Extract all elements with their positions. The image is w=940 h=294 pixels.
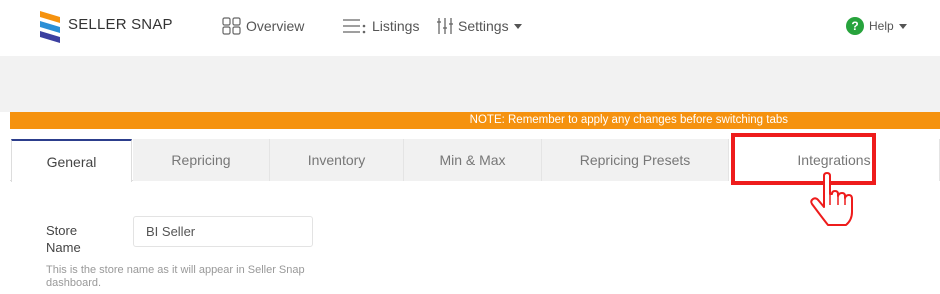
list-icon xyxy=(343,19,366,34)
tab-general[interactable]: General xyxy=(11,139,132,182)
store-name-label: Store Name xyxy=(46,223,81,255)
nav-listings-label: Listings xyxy=(372,18,420,34)
store-name-help-text: This is the store name as it will appear… xyxy=(46,264,305,289)
tab-inventory[interactable]: Inventory xyxy=(270,139,404,181)
chevron-down-icon xyxy=(513,23,522,29)
store-name-input[interactable]: BI Seller xyxy=(133,216,313,247)
nav-help-dropdown[interactable]: ? Help xyxy=(845,14,907,38)
chevron-down-icon xyxy=(898,23,907,29)
grid-icon xyxy=(222,17,241,35)
brand-name[interactable]: SELLER SNAP xyxy=(68,16,173,33)
notice-banner: NOTE: Remember to apply any changes befo… xyxy=(10,112,940,129)
seller-snap-logo-icon xyxy=(40,11,60,43)
svg-text:?: ? xyxy=(851,19,858,33)
tab-repricing[interactable]: Repricing xyxy=(133,139,270,181)
help-bubble-icon: ? xyxy=(846,17,864,35)
tab-min-max[interactable]: Min & Max xyxy=(404,139,542,181)
tab-repricing-presets[interactable]: Repricing Presets xyxy=(542,139,729,181)
sliders-icon xyxy=(437,18,453,34)
nav-settings-label: Settings xyxy=(458,18,509,34)
nav-overview[interactable]: Overview xyxy=(222,14,304,38)
page-header-band xyxy=(0,56,940,112)
nav-settings-dropdown[interactable]: Settings xyxy=(436,14,522,38)
nav-overview-label: Overview xyxy=(246,18,305,34)
top-navigation-bar: SELLER SNAP Overview Listings Settings ?… xyxy=(0,0,940,56)
nav-help-label: Help xyxy=(869,19,894,33)
nav-listings[interactable]: Listings xyxy=(342,14,419,38)
pointing-hand-cursor-icon xyxy=(810,172,853,226)
